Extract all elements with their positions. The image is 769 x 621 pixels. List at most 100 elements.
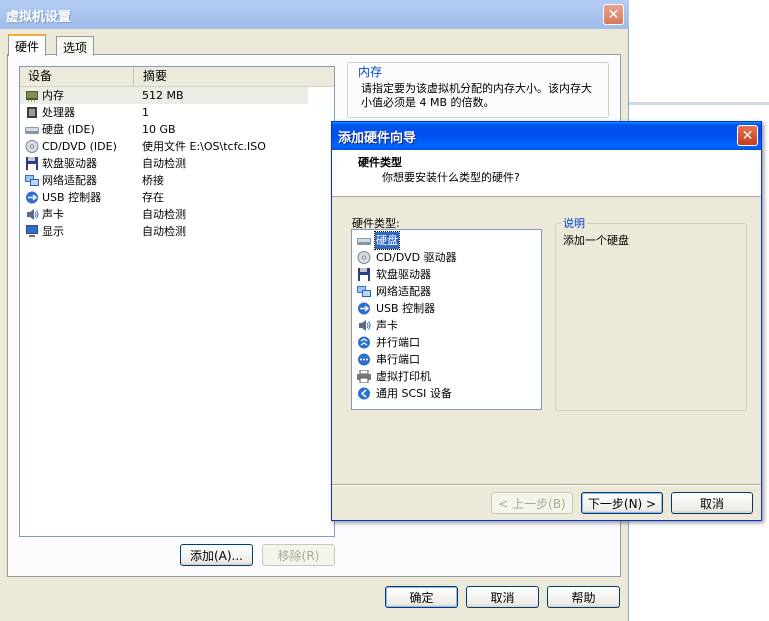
network-adapter-icon <box>357 286 371 297</box>
device-summary: 使用文件 E:\OS\tcfc.ISO <box>142 140 266 153</box>
cd-dvd-icon <box>25 140 39 153</box>
hardware-item-cd-dvd[interactable]: CD/DVD 驱动器 <box>355 249 535 266</box>
add-button[interactable]: 添加(A)... <box>180 544 253 566</box>
device-name: 硬盘 (IDE) <box>42 123 95 136</box>
hardware-item-label: 软盘驱动器 <box>376 268 431 281</box>
hardware-item-label: 硬盘 <box>374 231 400 250</box>
hardware-item-floppy[interactable]: 软盘驱动器 <box>355 266 535 283</box>
device-row-sound[interactable]: 声卡 自动检测 <box>20 206 308 223</box>
hardware-item-label: 网络适配器 <box>376 285 431 298</box>
device-name: 软盘驱动器 <box>42 157 97 170</box>
wizard-cancel-button[interactable]: 取消 <box>671 492 753 514</box>
hardware-item-label: CD/DVD 驱动器 <box>376 251 457 264</box>
device-name: 声卡 <box>42 208 64 221</box>
add-hardware-wizard: 添加硬件向导 ✕ 硬件类型 你想要安装什么类型的硬件? 硬件类型: 硬盘 CD/… <box>331 121 762 521</box>
hardware-item-parallel-port[interactable]: 并行端口 <box>355 334 535 351</box>
device-name: 显示 <box>42 225 64 238</box>
hardware-item-label: 并行端口 <box>376 336 420 349</box>
wizard-header-title: 硬件类型 <box>358 156 402 169</box>
serial-port-icon <box>358 353 370 366</box>
wizard-header-subtitle: 你想要安装什么类型的硬件? <box>382 171 520 184</box>
wizard-title-bar[interactable]: 添加硬件向导 ✕ <box>332 122 761 150</box>
display-icon <box>26 225 38 237</box>
scsi-icon <box>358 387 370 400</box>
back-button[interactable]: < 上一步(B) <box>491 492 573 514</box>
cancel-button[interactable]: 取消 <box>466 586 539 608</box>
printer-icon <box>357 370 371 383</box>
device-summary: 自动检测 <box>142 208 186 221</box>
close-icon: ✕ <box>607 6 620 23</box>
hardware-item-label: USB 控制器 <box>376 302 436 315</box>
processor-icon <box>27 107 37 118</box>
device-name: 网络适配器 <box>42 174 97 187</box>
usb-icon <box>26 191 38 204</box>
floppy-icon <box>358 268 370 281</box>
device-list[interactable]: 设备 摘要 内存 512 MB 处理器 1 硬盘 (IDE) 10 GB CD/… <box>19 66 335 537</box>
memory-icon <box>26 91 38 102</box>
sound-card-icon <box>27 209 39 220</box>
cd-dvd-icon <box>357 251 371 264</box>
description-title: 说明 <box>561 215 587 231</box>
column-header-device[interactable]: 设备 <box>20 67 134 86</box>
device-summary: 512 MB <box>142 89 184 102</box>
device-summary: 存在 <box>142 191 164 204</box>
wizard-header: 硬件类型 你想要安装什么类型的硬件? <box>332 150 761 197</box>
device-name: 处理器 <box>42 106 75 119</box>
ok-button[interactable]: 确定 <box>385 586 458 608</box>
parallel-port-icon <box>358 336 370 349</box>
description-groupbox <box>555 223 747 411</box>
hardware-item-network-adapter[interactable]: 网络适配器 <box>355 283 535 300</box>
wizard-separator <box>332 484 761 486</box>
remove-button[interactable]: 移除(R) <box>262 544 335 566</box>
description-text: 添加一个硬盘 <box>563 234 629 247</box>
hardware-item-hard-disk[interactable]: 硬盘 <box>355 231 535 250</box>
device-row-processor[interactable]: 处理器 1 <box>20 104 308 121</box>
hardware-item-label: 声卡 <box>376 319 398 332</box>
window-title: 虚拟机设置 <box>6 10 72 25</box>
device-name: 内存 <box>42 89 64 102</box>
device-summary: 自动检测 <box>142 157 186 170</box>
background-window-edge <box>629 102 769 105</box>
hardware-item-serial-port[interactable]: 串行端口 <box>355 351 535 368</box>
hardware-item-label: 虚拟打印机 <box>376 370 431 383</box>
tab-options[interactable]: 选项 <box>56 36 95 56</box>
wizard-close-button[interactable]: ✕ <box>737 125 758 146</box>
help-button[interactable]: 帮助 <box>547 586 620 608</box>
device-row-memory[interactable]: 内存 512 MB <box>20 87 308 104</box>
device-row-hard-disk[interactable]: 硬盘 (IDE) 10 GB <box>20 121 308 138</box>
hardware-item-label: 通用 SCSI 设备 <box>376 387 452 400</box>
hardware-type-list[interactable]: 硬盘 CD/DVD 驱动器 软盘驱动器 网络适配器 USB 控制器 声卡 并行端… <box>351 229 542 410</box>
device-row-cd-dvd[interactable]: CD/DVD (IDE) 使用文件 E:\OS\tcfc.ISO <box>20 138 308 155</box>
device-name: CD/DVD (IDE) <box>42 140 117 153</box>
device-list-header: 设备 摘要 <box>20 67 334 87</box>
memory-description: 请指定要为该虚拟机分配的内存大小。该内存大小值必须是 4 MB 的倍数。 <box>361 82 592 109</box>
next-button[interactable]: 下一步(N) > <box>581 492 663 514</box>
hardware-item-sound-card[interactable]: 声卡 <box>355 317 535 334</box>
memory-group-title: 内存 <box>355 63 386 80</box>
device-row-usb[interactable]: USB 控制器 存在 <box>20 189 308 206</box>
floppy-icon <box>26 157 38 170</box>
column-header-summary[interactable]: 摘要 <box>135 67 167 86</box>
device-summary: 1 <box>142 106 149 119</box>
sound-card-icon <box>359 320 371 331</box>
device-row-floppy[interactable]: 软盘驱动器 自动检测 <box>20 155 308 172</box>
hardware-item-usb[interactable]: USB 控制器 <box>355 300 535 317</box>
device-summary: 自动检测 <box>142 225 186 238</box>
hardware-item-label: 串行端口 <box>376 353 420 366</box>
hard-disk-icon <box>25 127 39 134</box>
hardware-item-scsi[interactable]: 通用 SCSI 设备 <box>355 385 535 402</box>
hardware-item-printer[interactable]: 虚拟打印机 <box>355 368 535 385</box>
device-name: USB 控制器 <box>42 191 102 204</box>
device-row-display[interactable]: 显示 自动检测 <box>20 223 308 240</box>
usb-icon <box>358 302 370 315</box>
network-adapter-icon <box>25 175 39 186</box>
device-row-network[interactable]: 网络适配器 桥接 <box>20 172 308 189</box>
device-summary: 桥接 <box>142 174 164 187</box>
title-bar[interactable]: 虚拟机设置 ✕ <box>0 0 629 29</box>
device-summary: 10 GB <box>142 123 176 136</box>
wizard-title: 添加硬件向导 <box>338 131 417 146</box>
tab-hardware[interactable]: 硬件 <box>8 34 47 56</box>
close-button[interactable]: ✕ <box>603 4 624 25</box>
close-icon: ✕ <box>741 127 754 144</box>
hard-disk-icon <box>357 238 371 245</box>
